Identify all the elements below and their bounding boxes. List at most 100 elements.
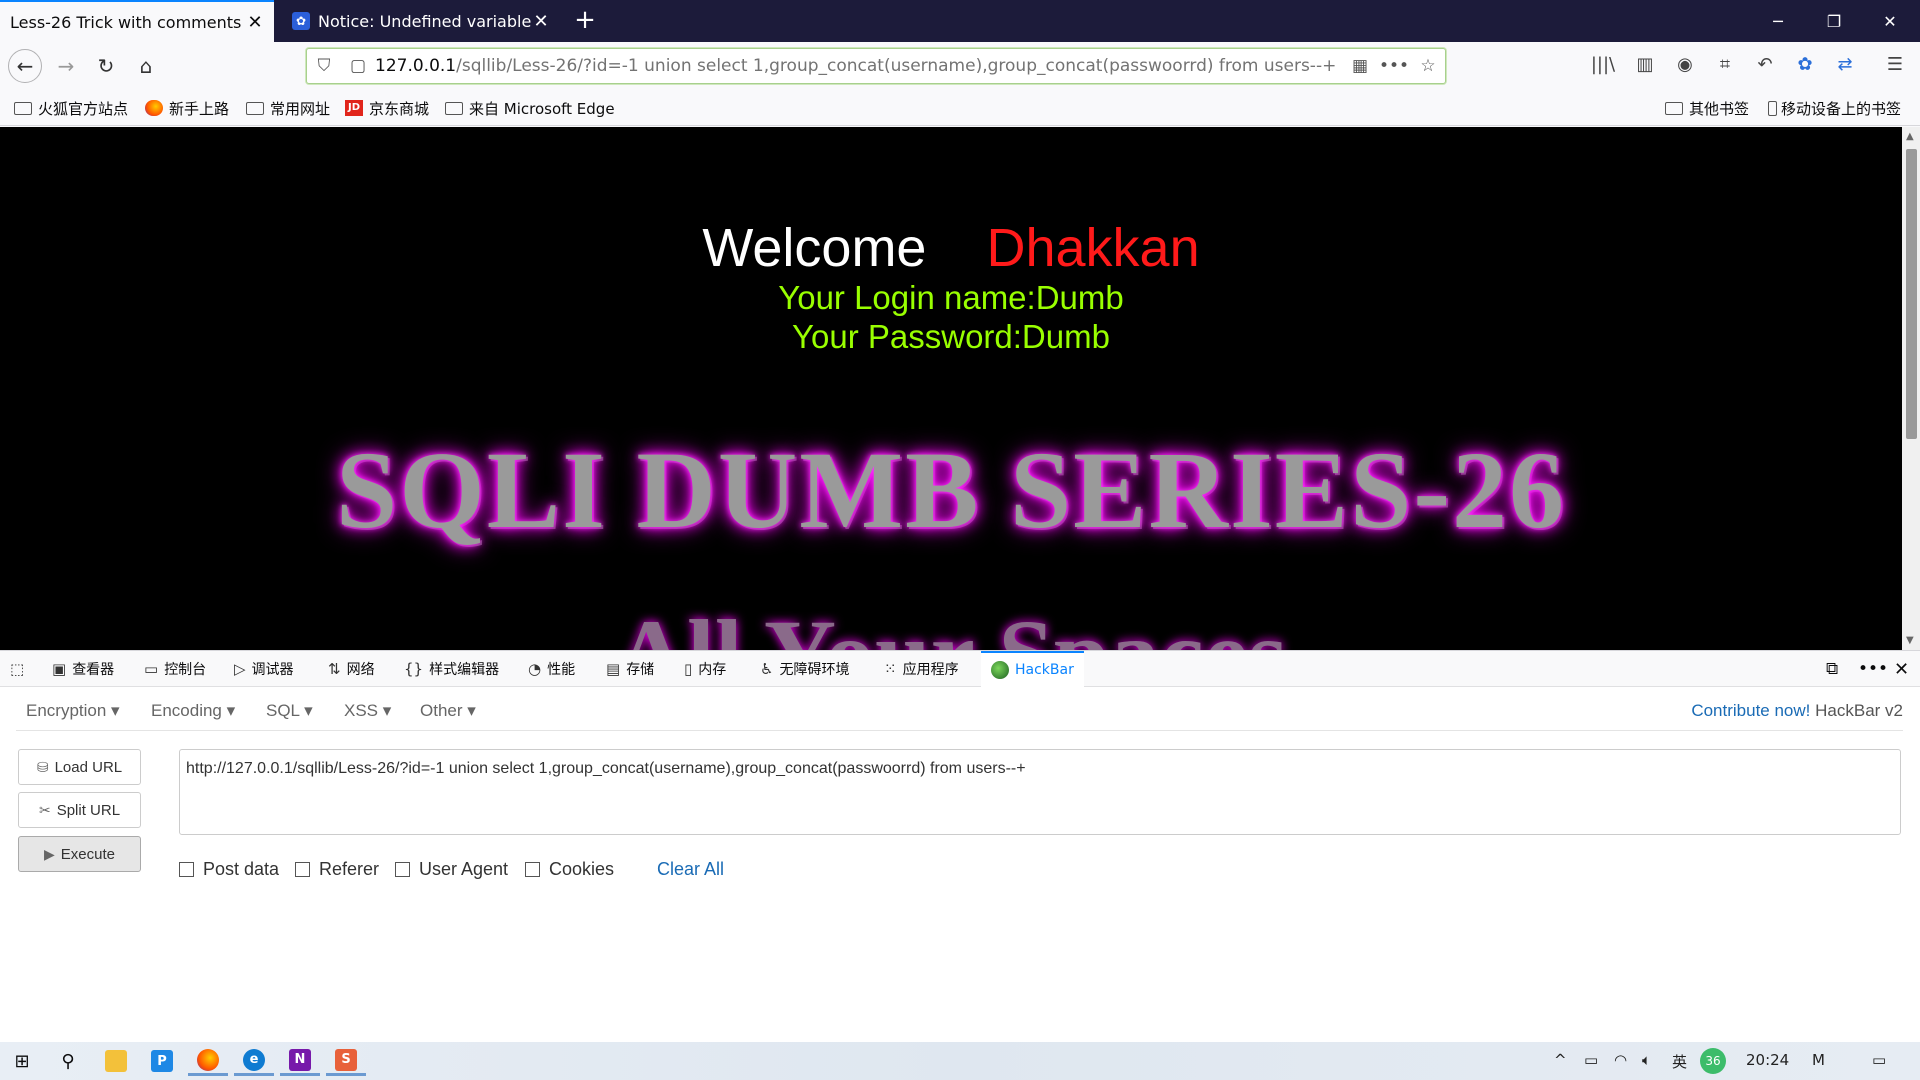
play-icon: ▶ — [44, 845, 55, 862]
more-options-icon[interactable]: ••• — [1858, 651, 1888, 687]
scroll-down-icon[interactable]: ▼ — [1906, 635, 1914, 646]
execute-button[interactable]: ▶ Execute — [18, 836, 141, 872]
reload-button[interactable]: ↻ — [89, 49, 123, 83]
p-app-icon[interactable]: P — [142, 1046, 182, 1076]
tab-network[interactable]: ⇅ 网络 — [328, 651, 375, 687]
bookmark-other[interactable]: 其他书签 — [1665, 96, 1749, 120]
page-info-icon[interactable]: ▢ — [341, 56, 375, 76]
ime-indicator[interactable]: 英 — [1672, 1051, 1687, 1072]
back-button[interactable]: ← — [8, 49, 42, 83]
url-text[interactable]: 127.0.0.1/sqllib/Less-26/?id=-1 union se… — [375, 56, 1343, 76]
sync-icon[interactable]: ⇄ — [1832, 54, 1858, 80]
sublime-icon[interactable]: S — [326, 1046, 366, 1076]
tab-storage[interactable]: ▤ 存储 — [606, 651, 654, 687]
tab-application[interactable]: ⁙ 应用程序 — [884, 651, 959, 687]
menu-other[interactable]: Other ▾ — [420, 701, 476, 721]
address-bar[interactable]: ⛉ ▢ 127.0.0.1/sqllib/Less-26/?id=-1 unio… — [306, 48, 1446, 84]
url-textarea[interactable]: http://127.0.0.1/sqllib/Less-26/?id=-1 u… — [179, 749, 1901, 835]
minimize-button[interactable]: ─ — [1750, 0, 1806, 42]
scroll-up-icon[interactable]: ▲ — [1906, 131, 1914, 142]
user-agent-checkbox[interactable]: User Agent — [395, 859, 508, 880]
library-icon[interactable]: |||\ — [1590, 54, 1616, 80]
tab-less-26[interactable]: Less-26 Trick with comments ✕ — [0, 0, 274, 42]
close-devtools-icon[interactable]: ✕ — [1894, 651, 1909, 687]
close-tab-icon[interactable]: ✕ — [246, 12, 264, 33]
menu-encoding[interactable]: Encoding ▾ — [151, 701, 235, 721]
undo-icon[interactable]: ↶ — [1752, 54, 1778, 80]
bookmark-star-icon[interactable]: ☆ — [1411, 56, 1445, 76]
partial-banner: All Your Spaces — [0, 597, 1902, 650]
firefox-taskbar-icon[interactable] — [188, 1046, 228, 1076]
tab-style-editor[interactable]: {} 样式编辑器 — [404, 651, 499, 687]
tab-memory[interactable]: ▯ 内存 — [684, 651, 726, 687]
split-url-button[interactable]: ✂ Split URL — [18, 792, 141, 828]
security-badge[interactable]: 36 — [1700, 1048, 1726, 1074]
bookmark-mobile[interactable]: 移动设备上的书签 — [1768, 96, 1901, 120]
menu-sql[interactable]: SQL ▾ — [266, 701, 313, 721]
bookmark-firefox-site[interactable]: 火狐官方站点 — [14, 96, 128, 120]
bookmarks-toolbar: 火狐官方站点 新手上路 常用网址 JD 京东商城 来自 Microsoft Edg… — [0, 90, 1920, 126]
sidebar-icon[interactable]: ▥ — [1632, 54, 1658, 80]
home-button[interactable]: ⌂ — [129, 49, 163, 83]
load-url-button[interactable]: ⛁ Load URL — [18, 749, 141, 785]
bookmark-common-sites[interactable]: 常用网址 — [246, 96, 330, 120]
post-data-checkbox[interactable]: Post data — [179, 859, 279, 880]
windows-start-icon[interactable]: ⊞ — [2, 1046, 42, 1076]
tab-accessibility[interactable]: ♿ 无障碍环境 — [760, 651, 849, 687]
forward-button[interactable]: → — [49, 49, 83, 83]
battery-icon[interactable]: ▭ — [1584, 1051, 1598, 1069]
file-explorer-icon[interactable] — [96, 1046, 136, 1076]
tray-chevron-icon[interactable]: ^ — [1554, 1051, 1567, 1069]
mail-icon[interactable]: M — [1812, 1051, 1825, 1069]
contribute-link[interactable]: Contribute now! — [1691, 701, 1810, 720]
scrollbar-thumb[interactable] — [1906, 149, 1917, 439]
cookies-checkbox[interactable]: Cookies — [525, 859, 614, 880]
element-picker-icon[interactable]: ⬚ — [10, 651, 30, 687]
page-scrollbar[interactable]: ▲ ▼ — [1902, 127, 1920, 650]
contribute-text: Contribute now! HackBar v2 — [1691, 701, 1903, 720]
search-icon[interactable]: ⚲ — [48, 1046, 88, 1076]
account-icon[interactable]: ◉ — [1672, 54, 1698, 80]
close-tab-icon[interactable]: ✕ — [532, 11, 550, 32]
tab-notice[interactable]: ✿ Notice: Undefined variable: l ✕ — [282, 0, 560, 42]
tab-title: Less-26 Trick with comments — [10, 12, 242, 32]
inspector-icon: ▣ — [52, 660, 67, 678]
firefox-icon — [145, 100, 163, 116]
password-line: Your Password:Dumb — [792, 318, 1110, 355]
clear-all-link[interactable]: Clear All — [657, 859, 724, 880]
series-banner: SQLI DUMB SERIES-26 — [336, 429, 1566, 551]
hackbar-icon — [991, 661, 1009, 679]
notification-icon[interactable]: ▭ — [1872, 1051, 1886, 1069]
bookmark-getting-started[interactable]: 新手上路 — [145, 96, 229, 120]
qr-code-icon[interactable]: ▦ — [1343, 56, 1377, 76]
restore-button[interactable]: ❐ — [1806, 0, 1862, 42]
menu-encryption[interactable]: Encryption ▾ — [26, 701, 120, 721]
tab-hackbar[interactable]: HackBar — [981, 651, 1084, 687]
menu-icon[interactable]: ☰ — [1882, 54, 1908, 80]
volume-icon[interactable]: 🔈︎ — [1642, 1051, 1651, 1069]
tab-debugger[interactable]: ▷ 调试器 — [234, 651, 294, 687]
onenote-icon[interactable]: N — [280, 1046, 320, 1076]
referer-checkbox[interactable]: Referer — [295, 859, 379, 880]
paw-extension-icon[interactable]: ✿ — [1792, 54, 1818, 80]
debugger-icon: ▷ — [234, 660, 246, 678]
braces-icon: {} — [404, 660, 424, 678]
bookmark-jd[interactable]: JD 京东商城 — [345, 96, 429, 120]
dock-toggle-icon[interactable]: ⧉ — [1826, 651, 1838, 687]
page-content: Welcome Dhakkan Your Login name:Dumb Your… — [0, 127, 1902, 650]
storage-icon: ▤ — [606, 660, 621, 678]
wifi-icon[interactable]: ◠ — [1614, 1051, 1627, 1069]
tab-inspector[interactable]: ▣ 查看器 — [52, 651, 114, 687]
shield-icon[interactable]: ⛉ — [307, 56, 341, 76]
close-window-button[interactable]: ✕ — [1862, 0, 1918, 42]
crop-icon[interactable]: ⌗ — [1712, 54, 1738, 80]
new-tab-button[interactable]: + — [570, 6, 600, 36]
page-actions-icon[interactable]: ••• — [1377, 56, 1411, 76]
bookmark-from-edge[interactable]: 来自 Microsoft Edge — [445, 96, 615, 120]
jd-icon: JD — [345, 100, 363, 116]
clock[interactable]: 20:24 — [1746, 1051, 1789, 1069]
menu-xss[interactable]: XSS ▾ — [344, 701, 391, 721]
tab-performance[interactable]: ◔ 性能 — [528, 651, 575, 687]
edge-icon[interactable]: e — [234, 1046, 274, 1076]
tab-console[interactable]: ▭ 控制台 — [144, 651, 206, 687]
